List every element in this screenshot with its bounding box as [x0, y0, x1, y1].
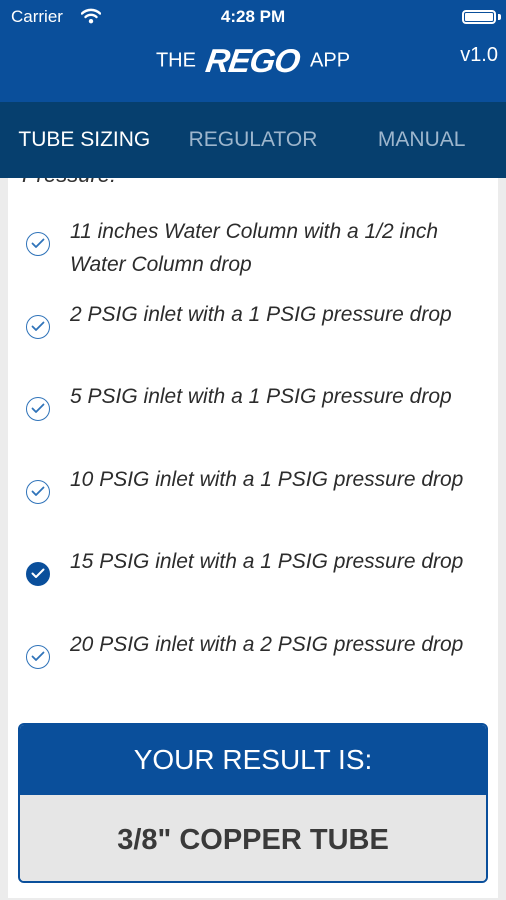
app-screen: Carrier 4:28 PM THE REGO APP v1.0 TUBE S… — [0, 0, 506, 900]
status-bar: Carrier 4:28 PM — [0, 0, 506, 34]
header-bar: Carrier 4:28 PM THE REGO APP v1.0 — [0, 0, 506, 102]
battery-icon — [462, 10, 496, 24]
tab-bar: TUBE SIZING REGULATOR MANUAL — [0, 102, 506, 178]
version-label: v1.0 — [460, 44, 498, 66]
tab-manual[interactable]: MANUAL — [337, 102, 506, 178]
check-circle-icon — [26, 397, 50, 421]
option-label: 2 PSIG inlet with a 1 PSIG pressure drop — [70, 303, 452, 326]
result-value: 3/8" COPPER TUBE — [20, 795, 486, 881]
result-box: YOUR RESULT IS: 3/8" COPPER TUBE — [18, 723, 488, 883]
option-label: 5 PSIG inlet with a 1 PSIG pressure drop — [70, 385, 452, 408]
tab-tube-sizing[interactable]: TUBE SIZING — [0, 102, 169, 178]
result-heading: YOUR RESULT IS: — [20, 725, 486, 795]
option-label: 20 PSIG inlet with a 2 PSIG pressure dro… — [70, 633, 464, 656]
check-circle-icon — [26, 315, 50, 339]
rego-logo: REGO — [203, 42, 303, 79]
option-label: 11 inches Water Column with a 1/2 inch W… — [70, 220, 439, 276]
option-label: 10 PSIG inlet with a 1 PSIG pressure dro… — [70, 468, 464, 491]
check-circle-icon — [26, 232, 50, 256]
app-brand: THE REGO APP — [0, 42, 506, 80]
brand-prefix: THE — [155, 49, 196, 72]
check-circle-filled-icon — [26, 562, 50, 586]
battery-tip — [498, 14, 501, 20]
option-label: 15 PSIG inlet with a 1 PSIG pressure dro… — [70, 550, 464, 573]
brand-suffix: APP — [310, 49, 351, 72]
section-heading-partial: Pressure: — [22, 178, 116, 188]
tab-regulator[interactable]: REGULATOR — [169, 102, 338, 178]
check-circle-icon — [26, 480, 50, 504]
clock: 4:28 PM — [220, 7, 286, 26]
check-circle-icon — [26, 645, 50, 669]
